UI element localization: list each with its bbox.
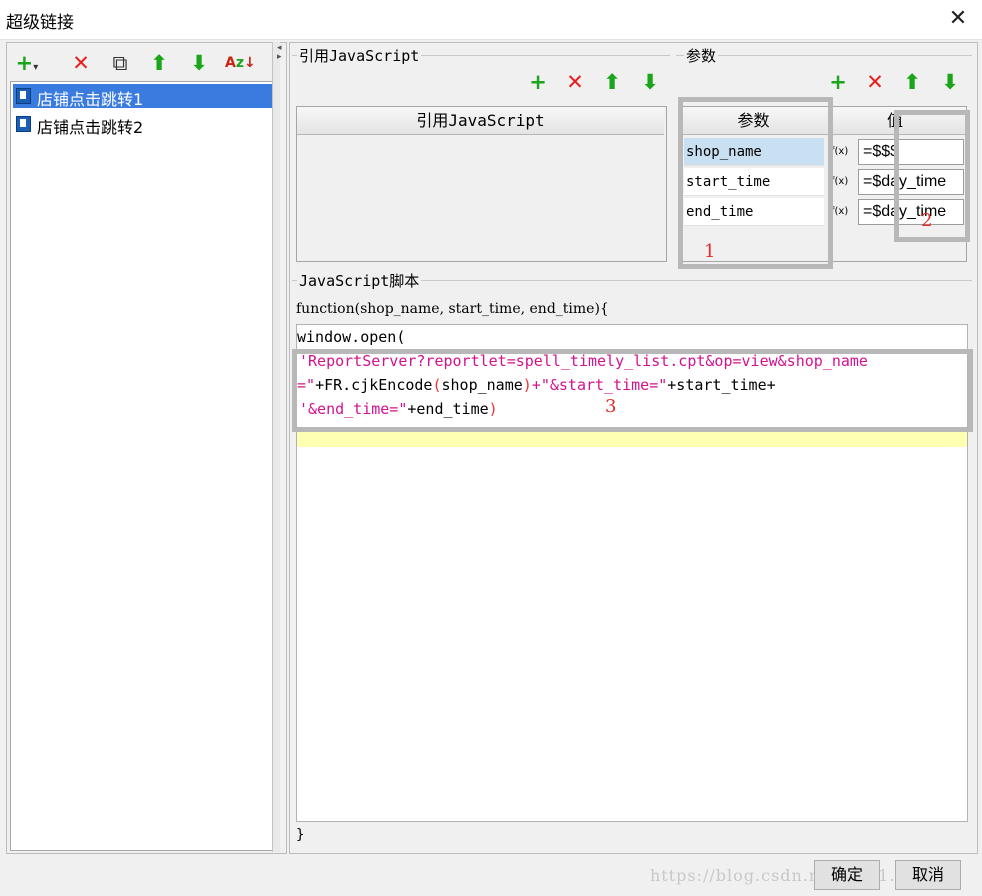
list-item[interactable]: 店铺点击跳转1 — [13, 84, 279, 109]
function-signature: function(shop_name, start_time, end_time… — [296, 301, 609, 317]
hyperlink-icon — [16, 116, 31, 132]
formula-icon[interactable]: f(x) — [831, 146, 848, 158]
move-up-ref-icon[interactable]: ⬆ — [600, 70, 624, 94]
ref-js-table[interactable]: 引用JavaScript — [296, 106, 667, 262]
copy-icon[interactable]: ⧉ — [108, 51, 132, 75]
delete-param-icon[interactable]: ✕ — [863, 70, 887, 94]
add-icon[interactable]: +▾ — [15, 51, 39, 75]
move-up-param-icon[interactable]: ⬆ — [900, 70, 924, 94]
ref-js-column-header: 引用JavaScript — [297, 107, 664, 135]
add-ref-icon[interactable]: + — [526, 70, 550, 94]
delete-icon[interactable]: ✕ — [69, 51, 93, 75]
divider — [676, 55, 972, 56]
code-line-1: window.open( — [297, 325, 405, 349]
list-item-label: 店铺点击跳转1 — [37, 90, 144, 109]
formula-icon[interactable]: f(x) — [831, 206, 848, 218]
collapse-arrows-icon[interactable]: ◂ ▸ — [277, 44, 282, 62]
annotation-label-1: 1 — [704, 241, 716, 262]
move-down-param-icon[interactable]: ⬇ — [938, 70, 962, 94]
annotation-label-3: 3 — [605, 396, 617, 417]
delete-ref-icon[interactable]: ✕ — [563, 70, 587, 94]
list-item-label: 店铺点击跳转2 — [37, 118, 144, 137]
closing-brace: } — [296, 827, 305, 843]
close-icon[interactable]: ✕ — [944, 4, 972, 34]
hyperlink-tree: 店铺点击跳转1 店铺点击跳转2 — [10, 81, 279, 851]
splitter[interactable] — [272, 42, 280, 852]
cancel-button[interactable]: 取消 — [895, 860, 961, 890]
ok-button[interactable]: 确定 — [814, 860, 880, 890]
window-title: 超级链接 — [6, 13, 74, 33]
title-bar: 超级链接 ✕ — [0, 0, 982, 40]
sort-icon[interactable]: Az↓ — [225, 51, 256, 75]
params-section-title: 参数 — [684, 45, 719, 66]
annotation-box-1 — [678, 97, 833, 269]
hyperlink-list-panel: +▾ ✕ ⧉ ⬆ ⬇ Az↓ 店铺点击跳转1 店铺点击跳转2 — [6, 42, 287, 854]
script-section-title: JavaScript脚本 — [297, 270, 422, 291]
current-line-highlight — [297, 431, 967, 447]
ref-js-section-title: 引用JavaScript — [297, 45, 422, 66]
move-down-ref-icon[interactable]: ⬇ — [638, 70, 662, 94]
add-param-icon[interactable]: + — [826, 70, 850, 94]
annotation-label-2: 2 — [921, 210, 933, 231]
formula-icon[interactable]: f(x) — [831, 176, 848, 188]
move-up-icon[interactable]: ⬆ — [147, 51, 171, 75]
annotation-box-3 — [292, 349, 973, 432]
watermark: https://blog.csdn.net/u011..73 — [650, 866, 924, 885]
list-item[interactable]: 店铺点击跳转2 — [13, 112, 279, 137]
hyperlink-icon — [16, 88, 31, 104]
code-text: window.open( — [297, 328, 406, 346]
move-down-icon[interactable]: ⬇ — [187, 51, 211, 75]
